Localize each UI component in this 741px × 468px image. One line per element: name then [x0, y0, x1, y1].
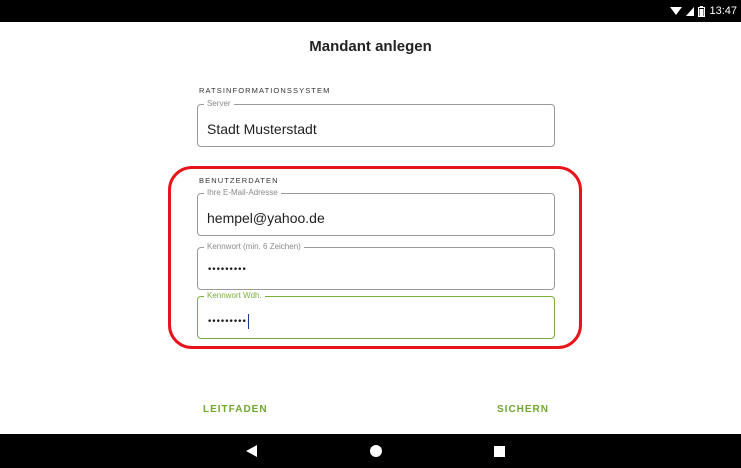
battery-icon [698, 5, 706, 17]
back-icon[interactable] [243, 443, 259, 459]
navigation-bar [0, 434, 741, 468]
recents-icon[interactable] [491, 443, 507, 459]
server-field-label: Server [204, 99, 234, 109]
status-bar: 13:47 [0, 0, 741, 22]
guide-button[interactable]: LEITFADEN [203, 404, 268, 415]
status-icons: 13:47 [670, 3, 737, 19]
status-time: 13:47 [709, 5, 737, 17]
server-field-value: Stadt Musterstadt [207, 121, 317, 137]
server-field[interactable]: Server Stadt Musterstadt [197, 99, 555, 147]
wifi-icon [670, 6, 683, 16]
save-button[interactable]: SICHERN [497, 404, 549, 415]
highlight-annotation [168, 166, 582, 349]
ris-section-label: RATSINFORMATIONSSYSTEM [199, 86, 331, 95]
home-icon[interactable] [368, 443, 384, 459]
page-title: Mandant anlegen [309, 38, 432, 55]
cellular-signal-icon [686, 6, 695, 16]
